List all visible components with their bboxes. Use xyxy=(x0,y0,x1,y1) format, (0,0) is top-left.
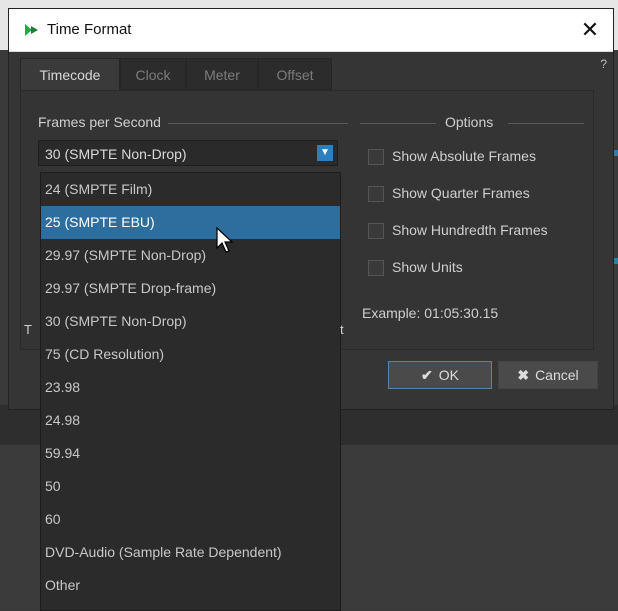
app-logo-icon xyxy=(25,24,38,36)
partial-text-left: T xyxy=(24,322,32,337)
tab-meter[interactable]: Meter xyxy=(186,58,258,90)
cancel-label: Cancel xyxy=(535,367,579,383)
options-label: Options xyxy=(445,114,494,130)
checkbox-label: Show Absolute Frames xyxy=(392,148,536,164)
group-divider xyxy=(360,123,436,124)
select-value: 30 (SMPTE Non-Drop) xyxy=(45,146,187,162)
x-icon: ✖ xyxy=(517,367,530,383)
ok-label: OK xyxy=(438,367,459,383)
tab-timecode[interactable]: Timecode xyxy=(20,58,120,92)
cancel-button[interactable]: ✖ Cancel xyxy=(498,361,598,389)
dropdown-option[interactable]: 59.94 xyxy=(41,437,340,470)
dropdown-option[interactable]: 23.98 xyxy=(41,371,340,404)
fps-dropdown-list: 24 (SMPTE Film) 25 (SMPTE EBU) 29.97 (SM… xyxy=(40,172,341,611)
dropdown-option[interactable]: Other xyxy=(41,569,340,602)
dropdown-option[interactable]: 50 xyxy=(41,470,340,503)
dropdown-option[interactable]: 60 xyxy=(41,503,340,536)
dropdown-option[interactable]: 25 (SMPTE EBU) xyxy=(41,206,340,239)
mouse-cursor-icon xyxy=(216,226,234,253)
example-readout: Example: 01:05:30.15 xyxy=(362,305,499,321)
checkbox-label: Show Quarter Frames xyxy=(392,185,530,201)
dropdown-option[interactable]: 29.97 (SMPTE Non-Drop) xyxy=(41,239,340,272)
checkbox-box[interactable] xyxy=(368,186,384,202)
ok-button[interactable]: ✔ OK xyxy=(388,361,492,389)
tab-clock[interactable]: Clock xyxy=(120,58,186,90)
dropdown-option[interactable]: 24.98 xyxy=(41,404,340,437)
dropdown-option[interactable]: 30 (SMPTE Non-Drop) xyxy=(41,305,340,338)
group-divider xyxy=(168,123,348,124)
checkbox-label: Show Units xyxy=(392,259,463,275)
frames-per-second-select[interactable]: 30 (SMPTE Non-Drop) ▼ xyxy=(38,140,338,166)
partial-text-right: t xyxy=(340,322,344,337)
checkbox-label: Show Hundredth Frames xyxy=(392,222,548,238)
tab-offset[interactable]: Offset xyxy=(258,58,332,90)
checkbox-box[interactable] xyxy=(368,260,384,276)
dropdown-option[interactable]: 24 (SMPTE Film) xyxy=(41,173,340,206)
title-bar: Time Format ✕ xyxy=(9,9,613,52)
dropdown-option[interactable]: 75 (CD Resolution) xyxy=(41,338,340,371)
help-icon[interactable]: ? xyxy=(600,57,607,71)
dropdown-option[interactable]: 29.97 (SMPTE Drop-frame) xyxy=(41,272,340,305)
group-divider xyxy=(508,123,584,124)
checkbox-box[interactable] xyxy=(368,223,384,239)
chevron-down-icon[interactable]: ▼ xyxy=(317,145,333,161)
checkbox-box[interactable] xyxy=(368,149,384,165)
frames-per-second-label: Frames per Second xyxy=(38,114,161,130)
window-title: Time Format xyxy=(47,21,132,38)
checkmark-icon: ✔ xyxy=(421,367,433,383)
close-button[interactable]: ✕ xyxy=(567,9,613,51)
dropdown-option[interactable]: DVD-Audio (Sample Rate Dependent) xyxy=(41,536,340,569)
